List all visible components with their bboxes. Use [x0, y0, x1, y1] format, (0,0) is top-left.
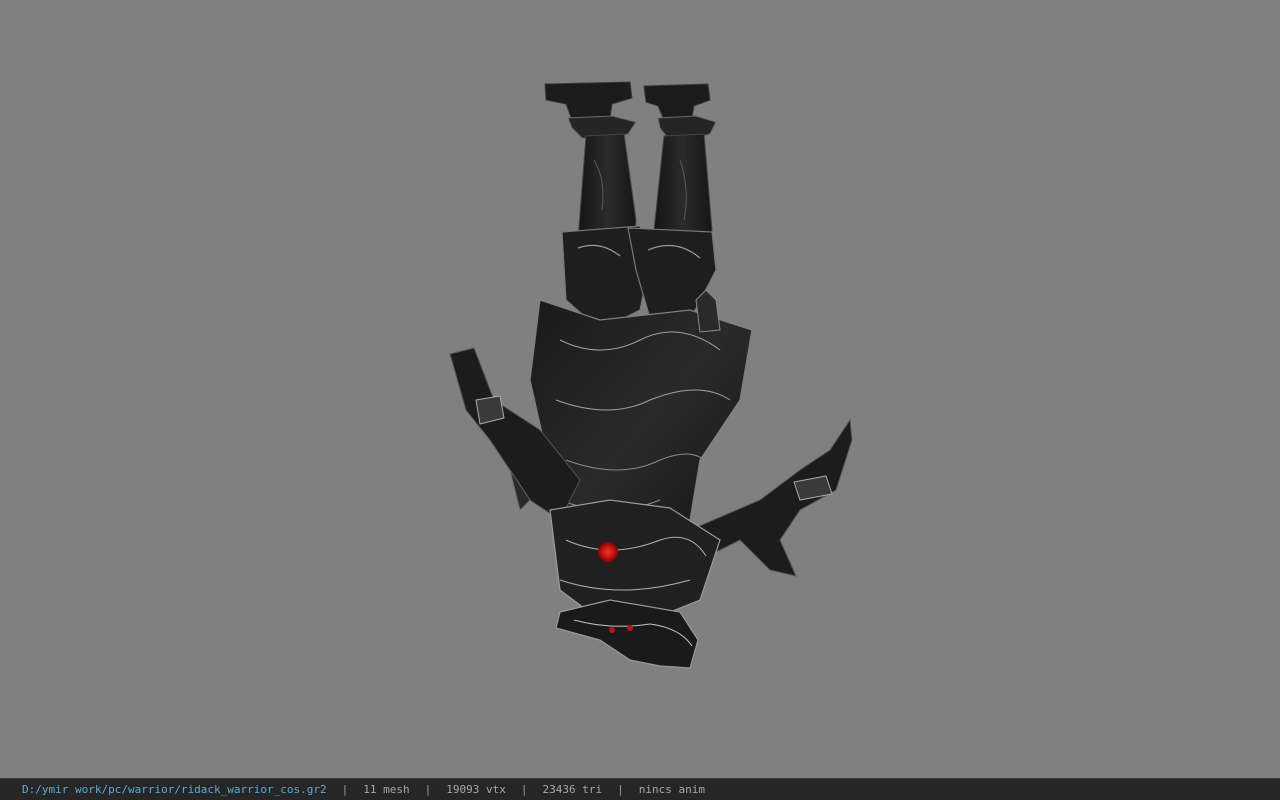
file-path: D:/ymir work/pc/warrior/ridack_warrior_c… — [22, 783, 327, 796]
vertex-count: 19093 vtx — [446, 783, 506, 796]
chest-armor — [549, 499, 721, 621]
chest-gem-icon — [598, 542, 618, 562]
separator: | — [617, 783, 624, 796]
character-model[interactable] — [0, 0, 1280, 778]
separator: | — [341, 783, 349, 796]
animation-status: nincs anim — [638, 783, 705, 796]
separator: | — [520, 783, 528, 796]
3d-viewport[interactable] — [0, 0, 1280, 778]
right-boot — [643, 83, 717, 141]
separator: | — [424, 783, 432, 796]
status-bar: D:/ymir work/pc/warrior/ridack_warrior_c… — [0, 778, 1280, 800]
left-boot — [544, 81, 637, 141]
head — [555, 599, 699, 669]
mesh-count: 11 mesh — [363, 783, 410, 796]
triangle-count: 23436 tri — [542, 783, 603, 796]
